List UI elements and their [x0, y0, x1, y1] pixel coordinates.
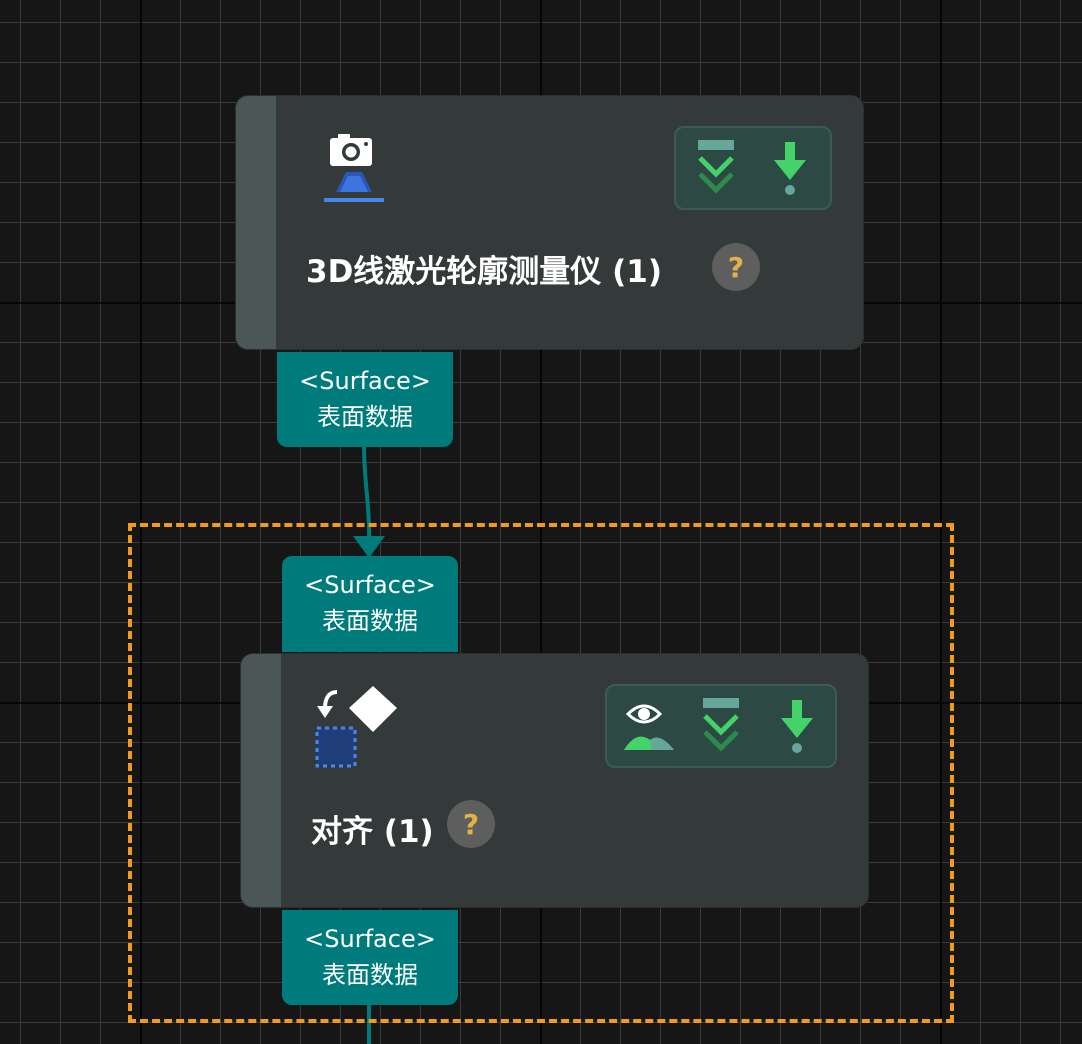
node-toolbar — [605, 684, 837, 768]
node-title: 对齐 (1) — [311, 814, 434, 850]
download-arrow-icon[interactable] — [762, 128, 818, 208]
node-drag-handle[interactable] — [241, 654, 281, 907]
port-type: <Surface> — [304, 925, 436, 953]
steps-collapse-icon[interactable] — [688, 128, 744, 208]
flow-canvas[interactable]: 3D线激光轮廓测量仪 (1) ? <Surface> 表面数据 <Surface… — [0, 0, 1082, 1044]
node-toolbar — [674, 126, 832, 210]
steps-collapse-icon[interactable] — [693, 686, 749, 766]
help-icon[interactable]: ? — [447, 800, 495, 848]
port-label: 表面数据 — [317, 403, 413, 431]
align-transform-icon — [313, 684, 403, 774]
help-icon[interactable]: ? — [712, 243, 760, 291]
port-label: 表面数据 — [322, 961, 418, 989]
node-title: 3D线激光轮廓测量仪 (1) — [306, 254, 662, 290]
input-port[interactable]: <Surface> 表面数据 — [282, 556, 458, 652]
download-arrow-icon[interactable] — [769, 686, 825, 766]
output-port[interactable]: <Surface> 表面数据 — [282, 910, 458, 1005]
laser-profiler-camera-icon — [322, 132, 386, 204]
node-drag-handle[interactable] — [236, 96, 276, 349]
port-type: <Surface> — [299, 367, 431, 395]
output-port[interactable]: <Surface> 表面数据 — [277, 352, 453, 447]
port-label: 表面数据 — [322, 607, 418, 635]
node-align[interactable]: 对齐 (1) ? — [241, 654, 868, 907]
node-laser-profiler[interactable]: 3D线激光轮廓测量仪 (1) ? — [236, 96, 863, 349]
port-type: <Surface> — [304, 571, 436, 599]
visualize-eye-icon[interactable] — [617, 686, 681, 766]
